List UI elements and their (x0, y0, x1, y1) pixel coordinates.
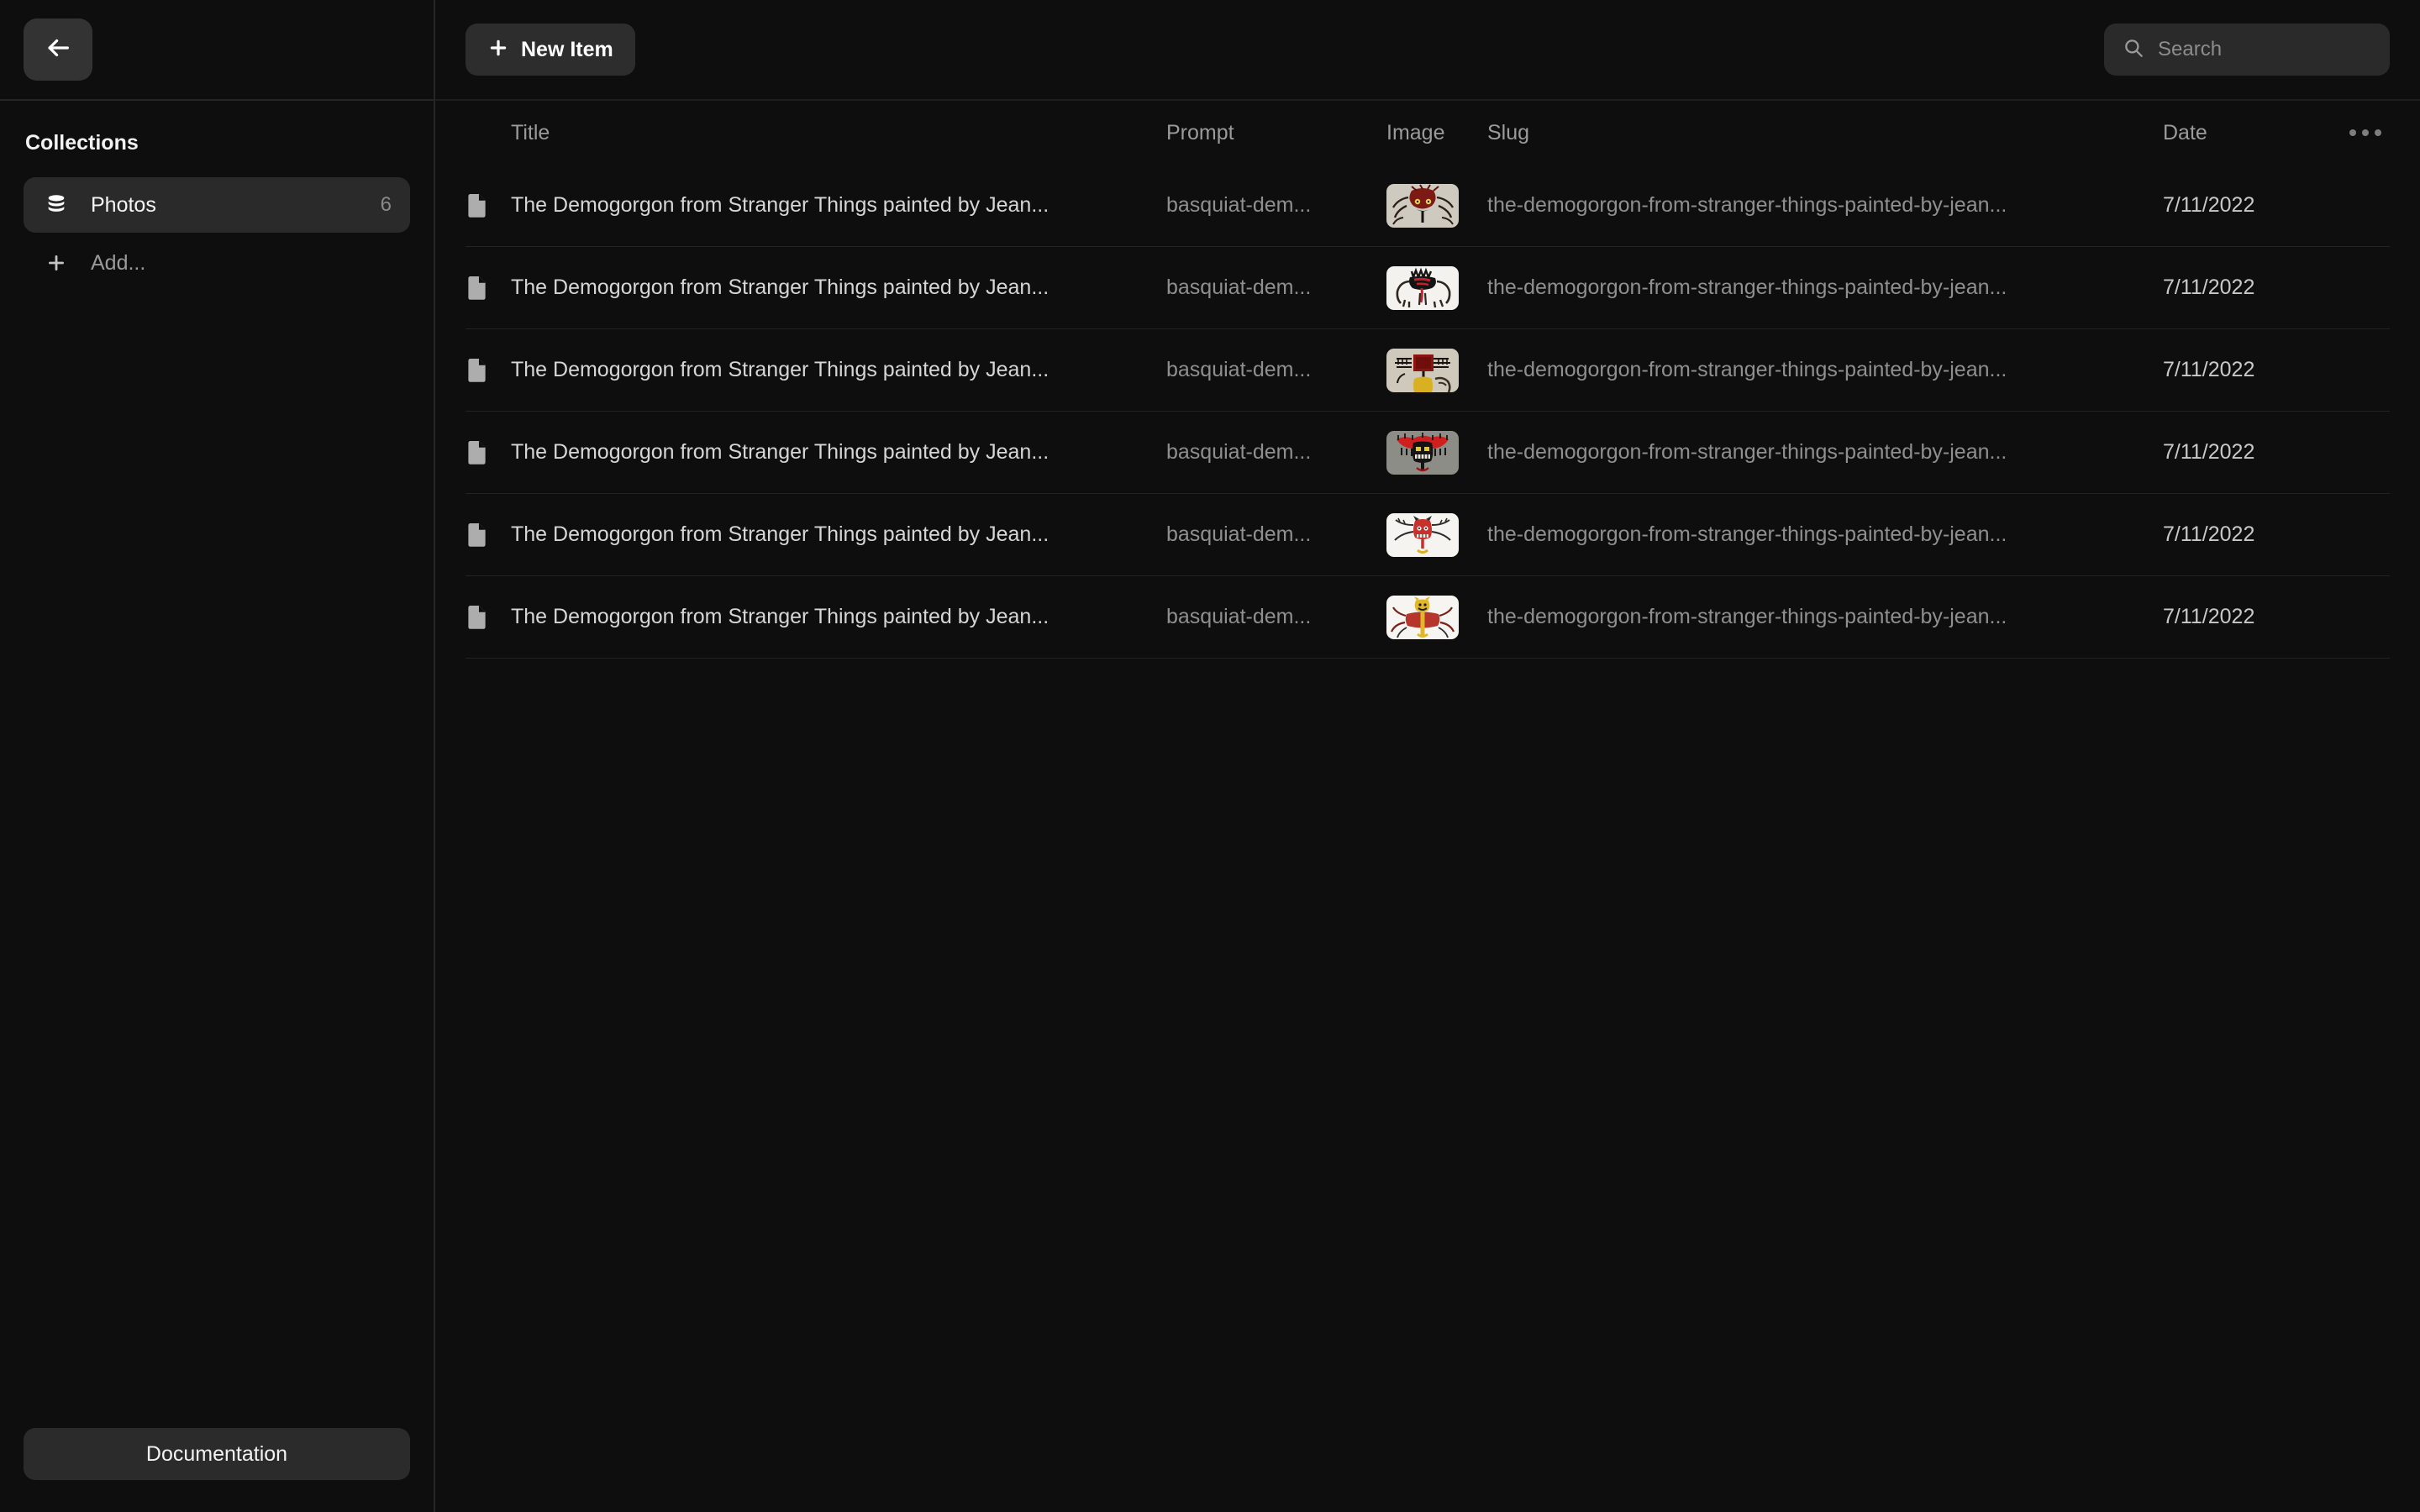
row-prompt: basquiat-dem... (1166, 276, 1312, 299)
row-slug: the-demogorgon-from-stranger-things-pain… (1487, 276, 2007, 299)
row-slug: the-demogorgon-from-stranger-things-pain… (1487, 358, 2007, 381)
column-header-slug[interactable]: Slug (1487, 121, 1529, 144)
table-row[interactable]: The Demogorgon from Stranger Things pain… (466, 247, 2390, 329)
row-date: 7/11/2022 (2163, 276, 2255, 299)
column-header-image[interactable]: Image (1386, 121, 1444, 144)
table-row[interactable]: The Demogorgon from Stranger Things pain… (466, 329, 2390, 412)
row-thumbnail[interactable] (1386, 348, 1459, 392)
row-title: The Demogorgon from Stranger Things pain… (511, 440, 1050, 464)
row-slug: the-demogorgon-from-stranger-things-pain… (1487, 440, 2007, 464)
documentation-label: Documentation (145, 1441, 288, 1466)
new-item-label: New Item (521, 37, 613, 61)
column-header-prompt[interactable]: Prompt (1166, 121, 1234, 144)
ellipsis-icon[interactable] (2341, 121, 2390, 144)
items-table: Title Prompt Image Slug Date The Demogor… (435, 101, 2420, 1512)
row-date: 7/11/2022 (2163, 605, 2255, 628)
row-title: The Demogorgon from Stranger Things pain… (511, 276, 1050, 299)
row-slug: the-demogorgon-from-stranger-things-pain… (1487, 193, 2007, 217)
sidebar-item-label: Photos (91, 192, 156, 217)
file-document-icon (466, 276, 511, 301)
table-row[interactable]: The Demogorgon from Stranger Things pain… (466, 576, 2390, 659)
row-date: 7/11/2022 (2163, 193, 2255, 217)
sidebar-header (0, 0, 434, 101)
sidebar-body: Collections Photos 6 Add... (0, 101, 434, 1428)
search-icon (2123, 37, 2144, 63)
row-prompt: basquiat-dem... (1166, 193, 1312, 217)
database-stack-icon (42, 193, 71, 217)
table-row[interactable]: The Demogorgon from Stranger Things pain… (466, 165, 2390, 247)
table-row[interactable]: The Demogorgon from Stranger Things pain… (466, 494, 2390, 576)
table-body: The Demogorgon from Stranger Things pain… (466, 165, 2390, 659)
column-header-date[interactable]: Date (2163, 121, 2207, 144)
row-title: The Demogorgon from Stranger Things pain… (511, 193, 1050, 217)
sidebar-item-photos[interactable]: Photos 6 (24, 177, 410, 233)
row-thumbnail[interactable] (1386, 183, 1459, 228)
search-input[interactable] (2158, 38, 2418, 61)
row-thumbnail[interactable] (1386, 430, 1459, 475)
row-date: 7/11/2022 (2163, 522, 2255, 546)
row-slug: the-demogorgon-from-stranger-things-pain… (1487, 605, 2007, 628)
file-document-icon (466, 605, 511, 630)
row-title: The Demogorgon from Stranger Things pain… (511, 522, 1050, 546)
main-panel: New Item Title Prompt Image Slug Date (435, 0, 2420, 1512)
row-thumbnail[interactable] (1386, 595, 1459, 639)
row-title: The Demogorgon from Stranger Things pain… (511, 605, 1050, 628)
row-prompt: basquiat-dem... (1166, 440, 1312, 464)
row-thumbnail[interactable] (1386, 265, 1459, 310)
sidebar: Collections Photos 6 Add... Documentatio… (0, 0, 435, 1512)
app-root: Collections Photos 6 Add... Documentatio… (0, 0, 2420, 1512)
row-thumbnail[interactable] (1386, 512, 1459, 557)
row-date: 7/11/2022 (2163, 440, 2255, 464)
row-date: 7/11/2022 (2163, 358, 2255, 381)
row-prompt: basquiat-dem... (1166, 605, 1312, 628)
file-document-icon (466, 440, 511, 465)
table-header-row: Title Prompt Image Slug Date (466, 101, 2390, 165)
arrow-left-icon (44, 34, 72, 66)
main-toolbar: New Item (435, 0, 2420, 101)
column-header-title[interactable]: Title (511, 121, 550, 144)
file-document-icon (466, 522, 511, 548)
file-document-icon (466, 358, 511, 383)
table-row[interactable]: The Demogorgon from Stranger Things pain… (466, 412, 2390, 494)
sidebar-item-count: 6 (380, 193, 392, 216)
add-collection-button[interactable]: Add... (24, 238, 410, 288)
collections-heading: Collections (25, 131, 139, 155)
file-document-icon (466, 193, 511, 218)
back-button[interactable] (24, 18, 92, 81)
row-prompt: basquiat-dem... (1166, 522, 1312, 546)
new-item-button[interactable]: New Item (466, 24, 635, 76)
search-box[interactable] (2104, 24, 2418, 76)
documentation-button[interactable]: Documentation (24, 1428, 410, 1480)
sidebar-footer: Documentation (0, 1428, 434, 1512)
row-slug: the-demogorgon-from-stranger-things-pain… (1487, 522, 2007, 546)
row-prompt: basquiat-dem... (1166, 358, 1312, 381)
plus-icon (42, 252, 71, 274)
row-title: The Demogorgon from Stranger Things pain… (511, 358, 1050, 381)
plus-icon (487, 37, 521, 63)
add-collection-label: Add... (91, 250, 146, 275)
